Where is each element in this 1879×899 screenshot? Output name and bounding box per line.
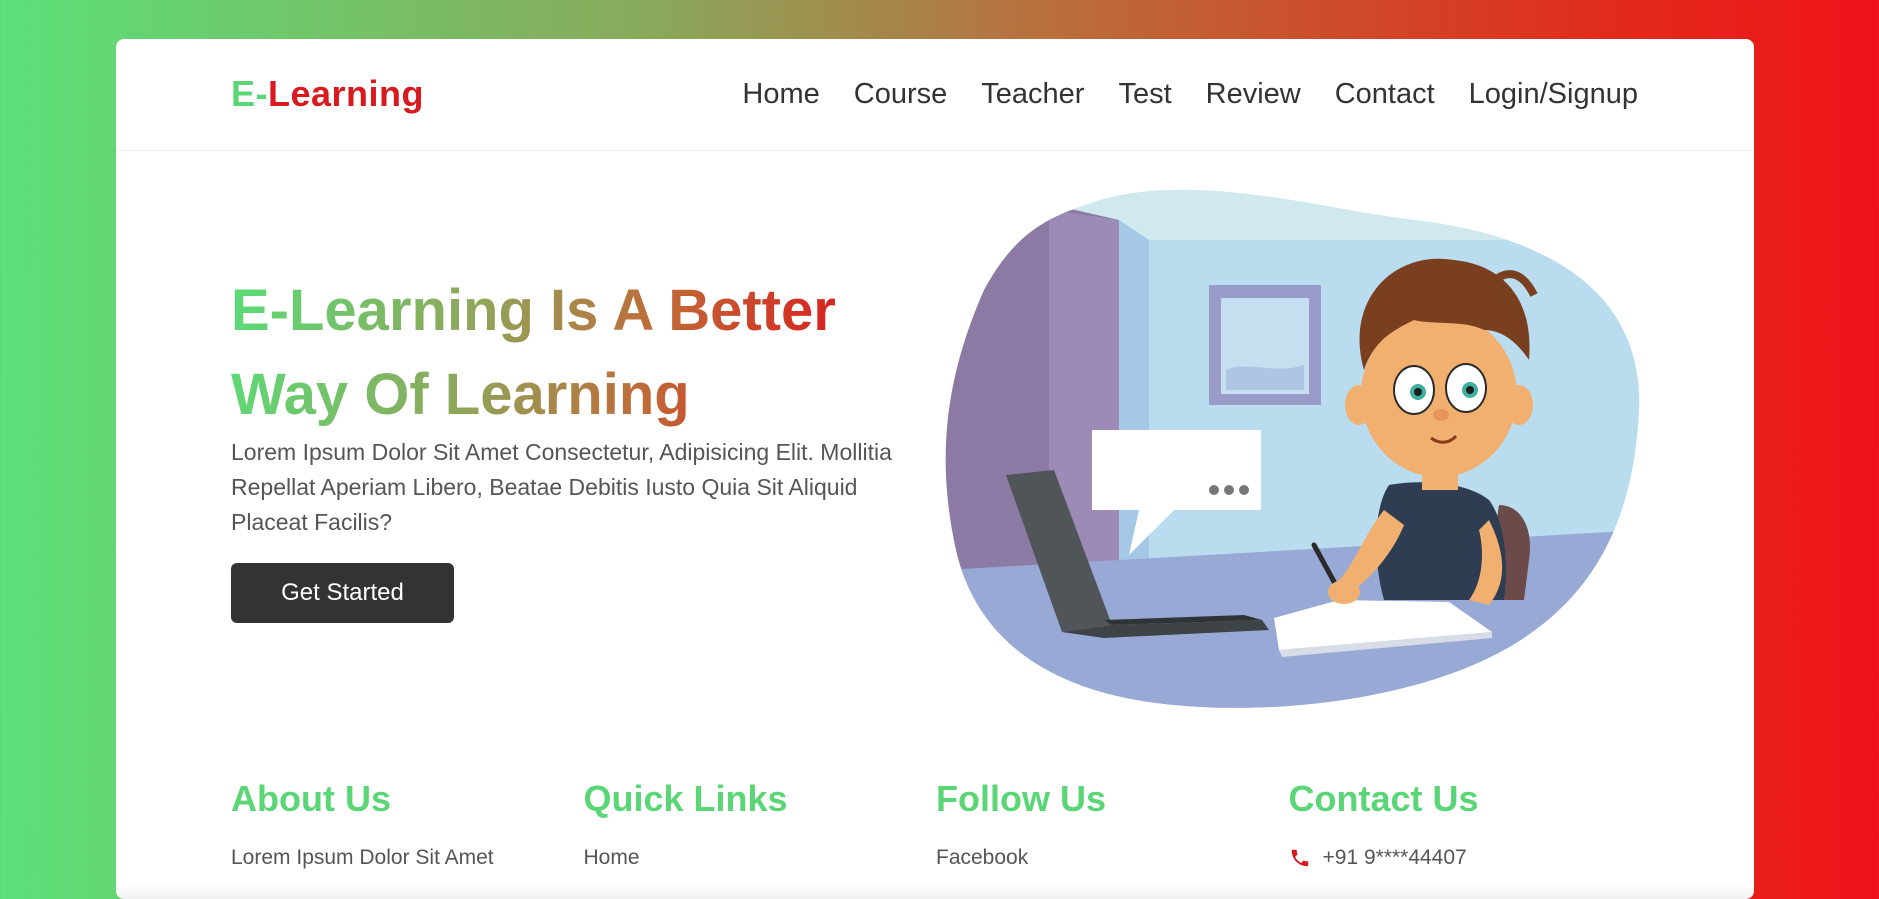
nav-teacher-link[interactable]: Teacher — [981, 73, 1084, 115]
page-card: E-Learning Home Course Teacher Test Revi… — [116, 39, 1754, 899]
footer-about-text: Lorem Ipsum Dolor Sit Amet — [231, 846, 494, 869]
header: E-Learning Home Course Teacher Test Revi… — [116, 39, 1754, 151]
footer-link-facebook[interactable]: Facebook — [936, 846, 1289, 870]
nav-login-signup-link[interactable]: Login/Signup — [1469, 73, 1638, 115]
nav-review-link[interactable]: Review — [1206, 73, 1301, 115]
nav-course-link[interactable]: Course — [854, 73, 948, 115]
hero-title: E-Learning Is A Better Way Of Learning — [231, 269, 931, 437]
get-started-button[interactable]: Get Started — [231, 563, 454, 623]
main-nav: Home Course Teacher Test Review Contact … — [742, 73, 1638, 115]
nav-home-link[interactable]: Home — [742, 73, 819, 115]
hero-description: Lorem Ipsum Dolor Sit Amet Consectetur, … — [231, 439, 892, 535]
bottom-shade — [116, 885, 1754, 899]
footer-phone[interactable]: +91 9****44407 — [1289, 846, 1642, 870]
footer-phone-number: +91 9****44407 — [1322, 846, 1467, 869]
hero-title-line2: Way Of Learning — [231, 362, 690, 427]
footer-about-column: About Us Lorem Ipsum Dolor Sit Amet — [231, 774, 584, 870]
footer-link-home[interactable]: Home — [584, 846, 937, 870]
footer-quick-links-column: Quick Links Home — [584, 774, 937, 870]
logo-part-red: Learning — [268, 73, 425, 114]
nav-contact-link[interactable]: Contact — [1335, 73, 1435, 115]
footer-about-heading: About Us — [231, 778, 391, 819]
logo-part-green: E- — [231, 73, 268, 114]
footer-contact-column: Contact Us +91 9****44407 — [1289, 774, 1642, 870]
footer-follow-heading: Follow Us — [936, 778, 1106, 819]
footer-follow-column: Follow Us Facebook — [936, 774, 1289, 870]
footer-quick-links-heading: Quick Links — [583, 778, 788, 819]
phone-icon — [1291, 849, 1308, 867]
footer-contact-heading: Contact Us — [1288, 778, 1479, 819]
hero-title-line1: E-Learning Is A Better — [231, 278, 836, 343]
site-logo[interactable]: E-Learning — [231, 73, 424, 115]
nav-test-link[interactable]: Test — [1118, 73, 1171, 115]
student-at-laptop-illustration — [945, 189, 1640, 708]
footer: About Us Lorem Ipsum Dolor Sit Amet Quic… — [231, 774, 1641, 870]
